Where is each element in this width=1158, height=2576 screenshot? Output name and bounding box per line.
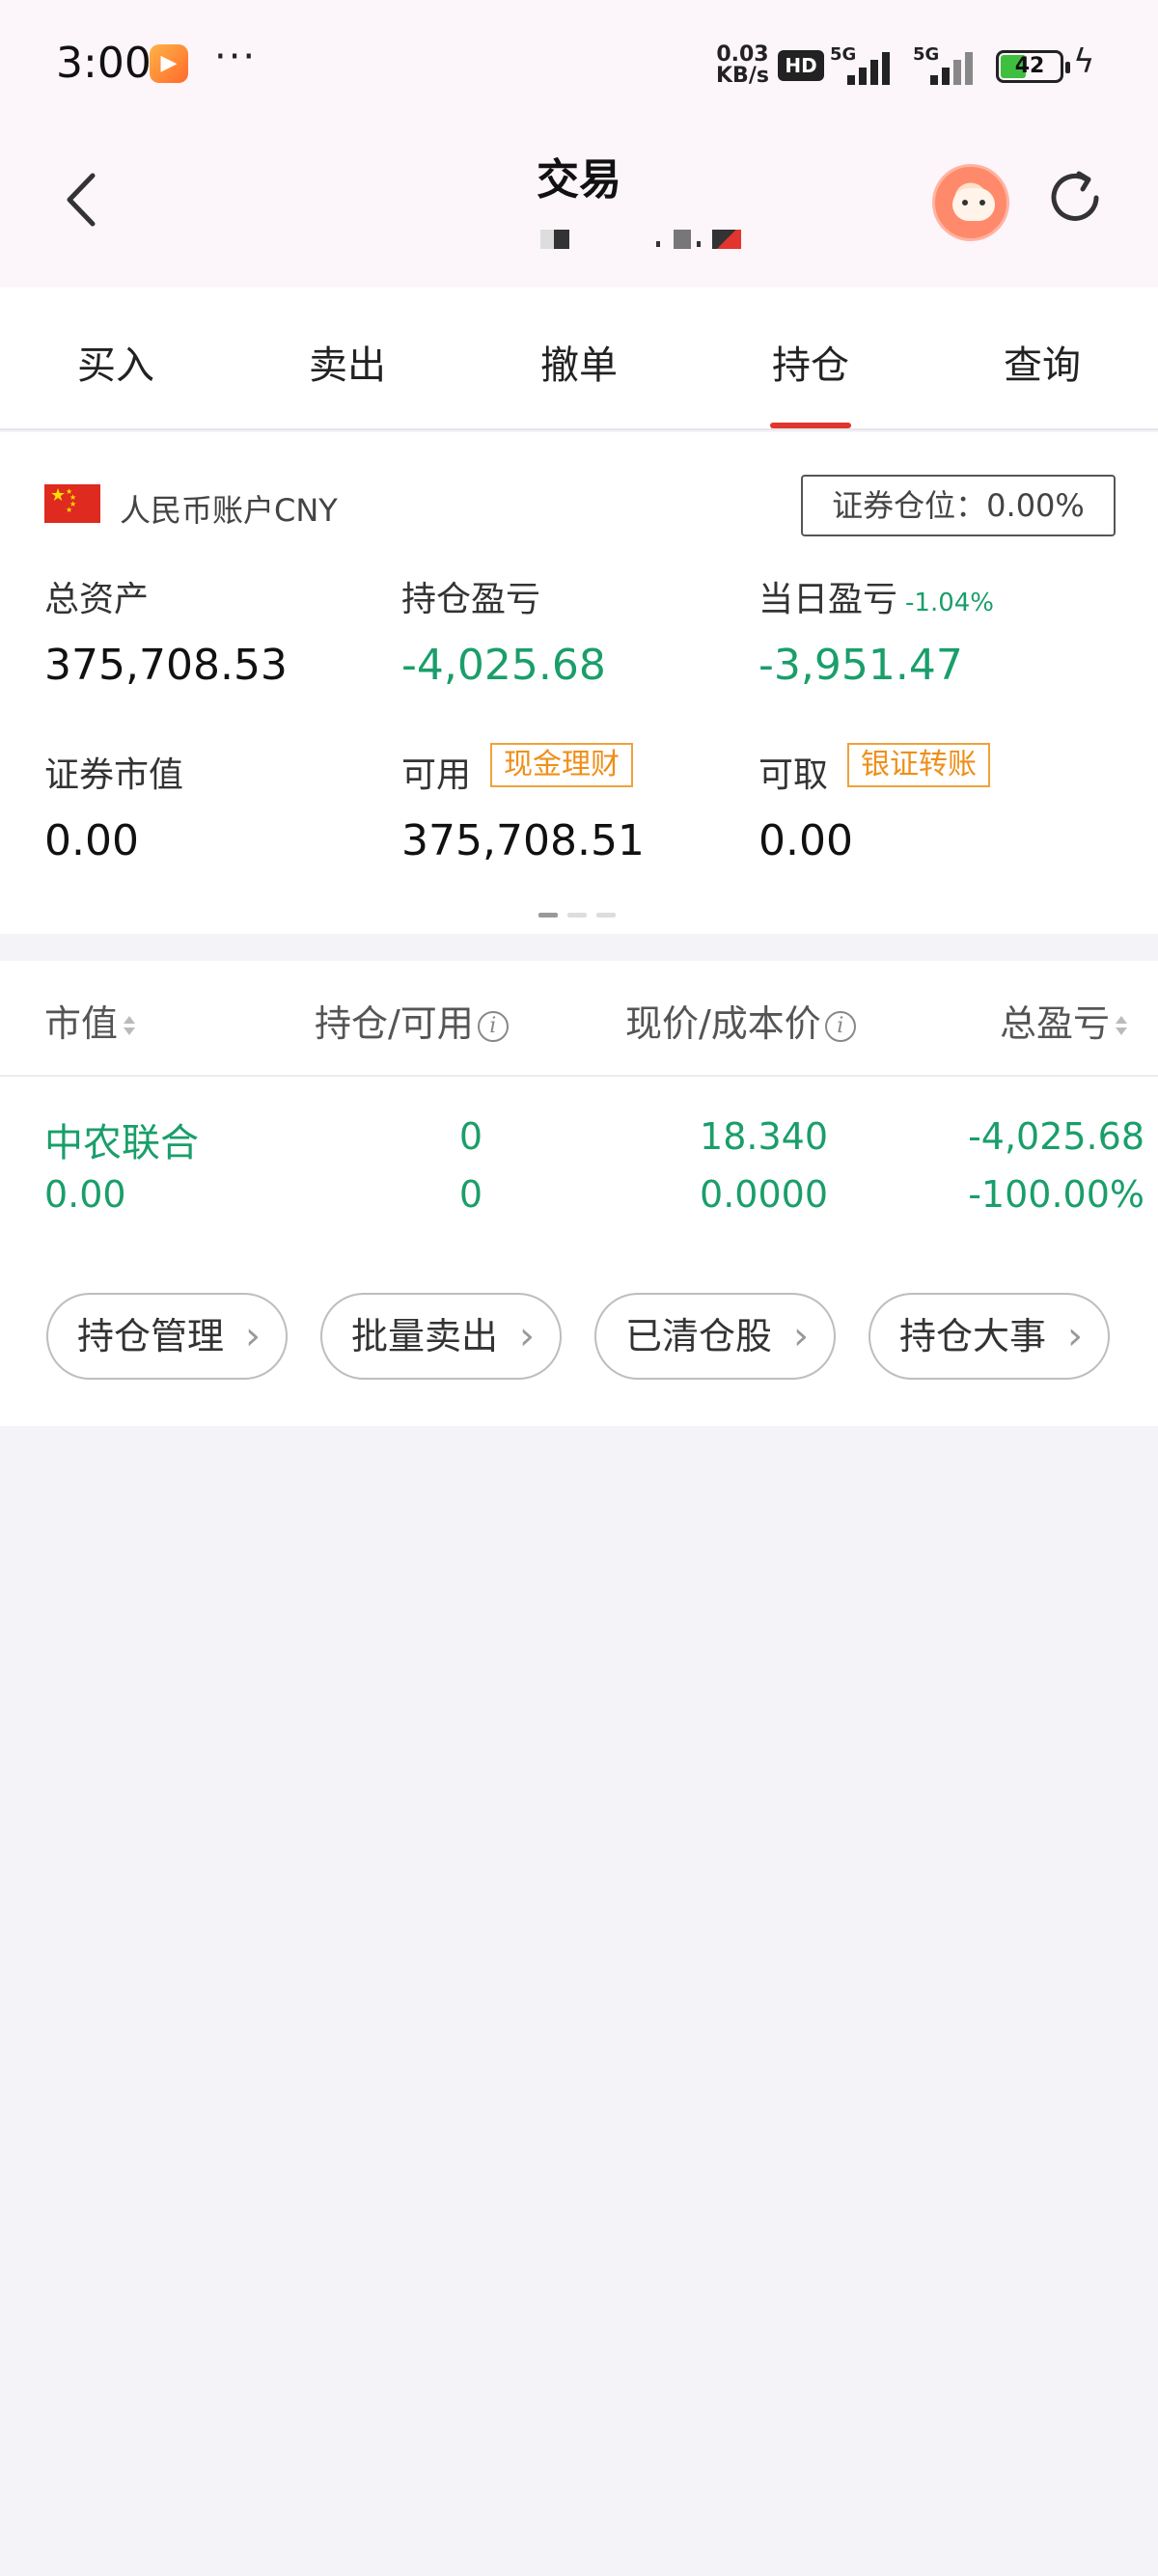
sort-icon xyxy=(122,1012,137,1041)
status-time: 3:00 xyxy=(56,39,152,88)
position-events-button[interactable]: 持仓大事 › xyxy=(868,1293,1110,1380)
refresh-icon xyxy=(1051,171,1099,221)
position-ratio-badge: 证券仓位：0.00% xyxy=(801,475,1116,536)
tab-query[interactable]: 查询 xyxy=(984,334,1100,390)
app-badge-icon: ▶ xyxy=(150,44,188,83)
trade-tabs: 买入 卖出 撤单 持仓 查询 xyxy=(0,288,1158,430)
chevron-right-icon: › xyxy=(245,1314,261,1358)
more-notifications-icon: ··· xyxy=(214,35,258,79)
active-tab-indicator xyxy=(770,423,851,428)
refresh-button[interactable] xyxy=(1042,164,1110,232)
chevron-left-icon xyxy=(67,173,96,227)
total-pnl-percent: -100.00% xyxy=(968,1173,1144,1216)
cost-price: 0.0000 xyxy=(700,1173,828,1216)
available-qty: 0 xyxy=(458,1173,482,1216)
tab-positions[interactable]: 持仓 xyxy=(753,334,868,390)
bolt-icon: ϟ xyxy=(1073,42,1095,81)
sort-icon xyxy=(1114,1012,1129,1041)
cleared-stocks-button[interactable]: 已清仓股 › xyxy=(594,1293,836,1380)
status-bar: 3:00 ▶ ··· 0.03 KB/s HD 5G 5G 42 ϟ xyxy=(56,35,1095,88)
header-divider xyxy=(0,1075,1158,1077)
position-management-button[interactable]: 持仓管理 › xyxy=(46,1293,288,1380)
current-price: 18.340 xyxy=(700,1115,828,1158)
column-header-position: 持仓/可用 i xyxy=(315,994,509,1047)
holding-pnl-label: 持仓盈亏 xyxy=(401,580,541,619)
battery-icon: 42 xyxy=(996,50,1070,83)
bank-transfer-button[interactable]: 银证转账 xyxy=(847,743,990,787)
daily-pnl-percent: -1.04% xyxy=(905,589,994,617)
daily-pnl-value: -3,951.47 xyxy=(758,641,963,690)
chevron-right-icon: › xyxy=(793,1314,809,1358)
network-speed: 0.03 KB/s xyxy=(716,42,769,88)
cash-management-button[interactable]: 现金理财 xyxy=(490,743,633,787)
tab-cancel-order[interactable]: 撤单 xyxy=(521,334,637,390)
holdings-panel: 市值 持仓/可用 i 现价/成本价 i 总盈亏 中农联合 0.00 0 0 18.3… xyxy=(0,961,1158,1426)
chevron-right-icon: › xyxy=(1067,1314,1083,1358)
page-title: 交易 xyxy=(537,155,621,205)
market-value-label: 证券市值 xyxy=(44,755,184,795)
position-qty: 0 xyxy=(458,1115,482,1158)
info-icon[interactable]: i xyxy=(824,1010,856,1042)
carousel-indicator xyxy=(538,913,620,920)
info-icon[interactable]: i xyxy=(477,1010,509,1042)
withdrawable-label: 可取 xyxy=(758,755,829,795)
available-value: 375,708.51 xyxy=(401,816,645,865)
daily-pnl-label: 当日盈亏 -1.04% xyxy=(758,580,994,619)
market-value: 0.00 xyxy=(44,816,139,865)
total-pnl: -4,025.68 xyxy=(968,1115,1144,1158)
column-header-price: 现价/成本价 i xyxy=(625,994,856,1047)
tab-sell[interactable]: 卖出 xyxy=(290,334,405,390)
account-summary-card: ★ ★ ★ ★ ★ 人民币账户CNY 证券仓位：0.00% 总资产 375,70… xyxy=(0,432,1158,934)
chevron-right-icon: › xyxy=(519,1314,535,1358)
total-assets-value: 375,708.53 xyxy=(44,641,288,690)
china-flag-icon: ★ ★ ★ ★ ★ xyxy=(44,484,100,523)
available-label: 可用 xyxy=(401,755,472,795)
total-assets-label: 总资产 xyxy=(44,580,150,619)
back-button[interactable] xyxy=(54,166,112,233)
holding-pnl-value: -4,025.68 xyxy=(401,641,606,690)
account-id-masked xyxy=(531,228,753,253)
column-header-total-pnl[interactable]: 总盈亏 xyxy=(1000,994,1129,1047)
stock-market-value: 0.00 xyxy=(44,1173,126,1216)
stock-name: 中农联合 xyxy=(44,1121,199,1165)
mascot-avatar-icon[interactable] xyxy=(932,164,1009,241)
batch-sell-button[interactable]: 批量卖出 › xyxy=(320,1293,562,1380)
currency-account-label: 人民币账户CNY xyxy=(120,492,338,529)
hd-voice-icon: HD xyxy=(778,50,824,81)
tab-buy[interactable]: 买入 xyxy=(58,334,174,390)
withdrawable-value: 0.00 xyxy=(758,816,853,865)
column-header-market-value[interactable]: 市值 xyxy=(44,994,137,1047)
